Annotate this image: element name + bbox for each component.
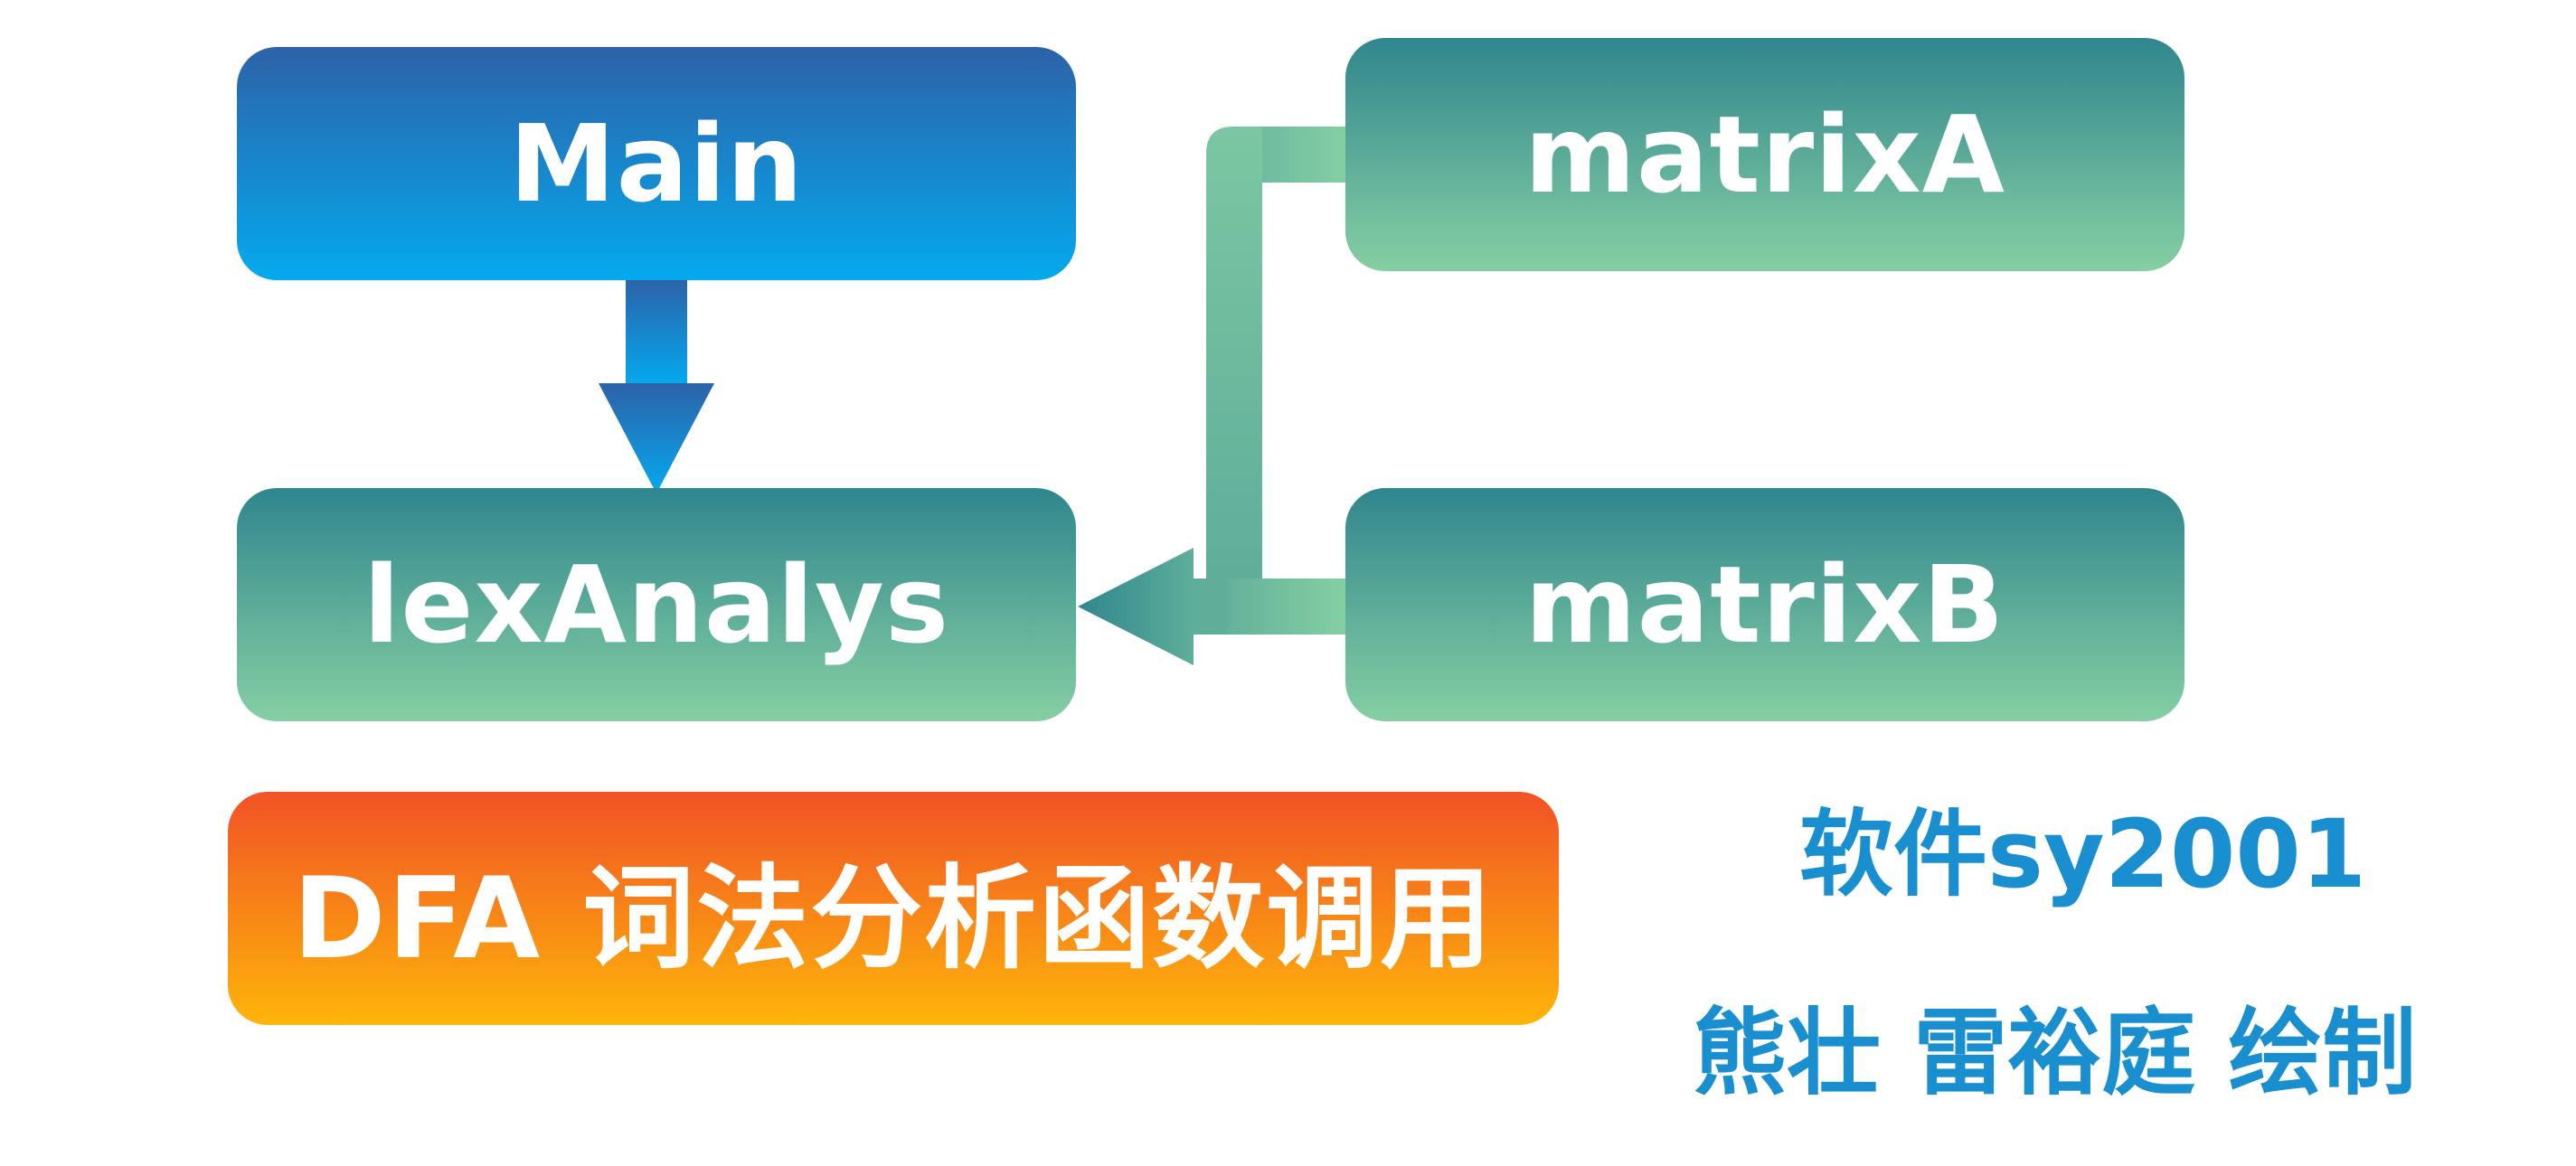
connector-matrixa-to-lexanalys xyxy=(1206,127,1347,578)
diagram-title-banner: DFA 词法分析函数调用 xyxy=(228,792,1559,1025)
node-matrixb-label: matrixB xyxy=(1524,542,2005,667)
node-main: Main xyxy=(237,47,1076,280)
node-lexanalys-label: lexAnalys xyxy=(363,542,950,667)
authors-caption: 熊壮 雷裕庭 绘制 xyxy=(1693,998,2417,1108)
node-lexanalys: lexAnalys xyxy=(237,488,1076,721)
connector-matrixa-stub xyxy=(1262,127,1349,183)
node-matrixa-label: matrixA xyxy=(1524,92,2006,217)
arrow-main-to-lexanalys xyxy=(599,278,714,494)
arrow-into-lexanalys xyxy=(1078,548,1226,665)
node-matrixb: matrixB xyxy=(1345,488,2184,721)
course-caption: 软件sy2001 xyxy=(1799,799,2367,909)
node-main-label: Main xyxy=(509,101,804,226)
node-matrixa: matrixA xyxy=(1345,38,2184,271)
diagram-title: DFA 词法分析函数调用 xyxy=(292,854,1495,984)
